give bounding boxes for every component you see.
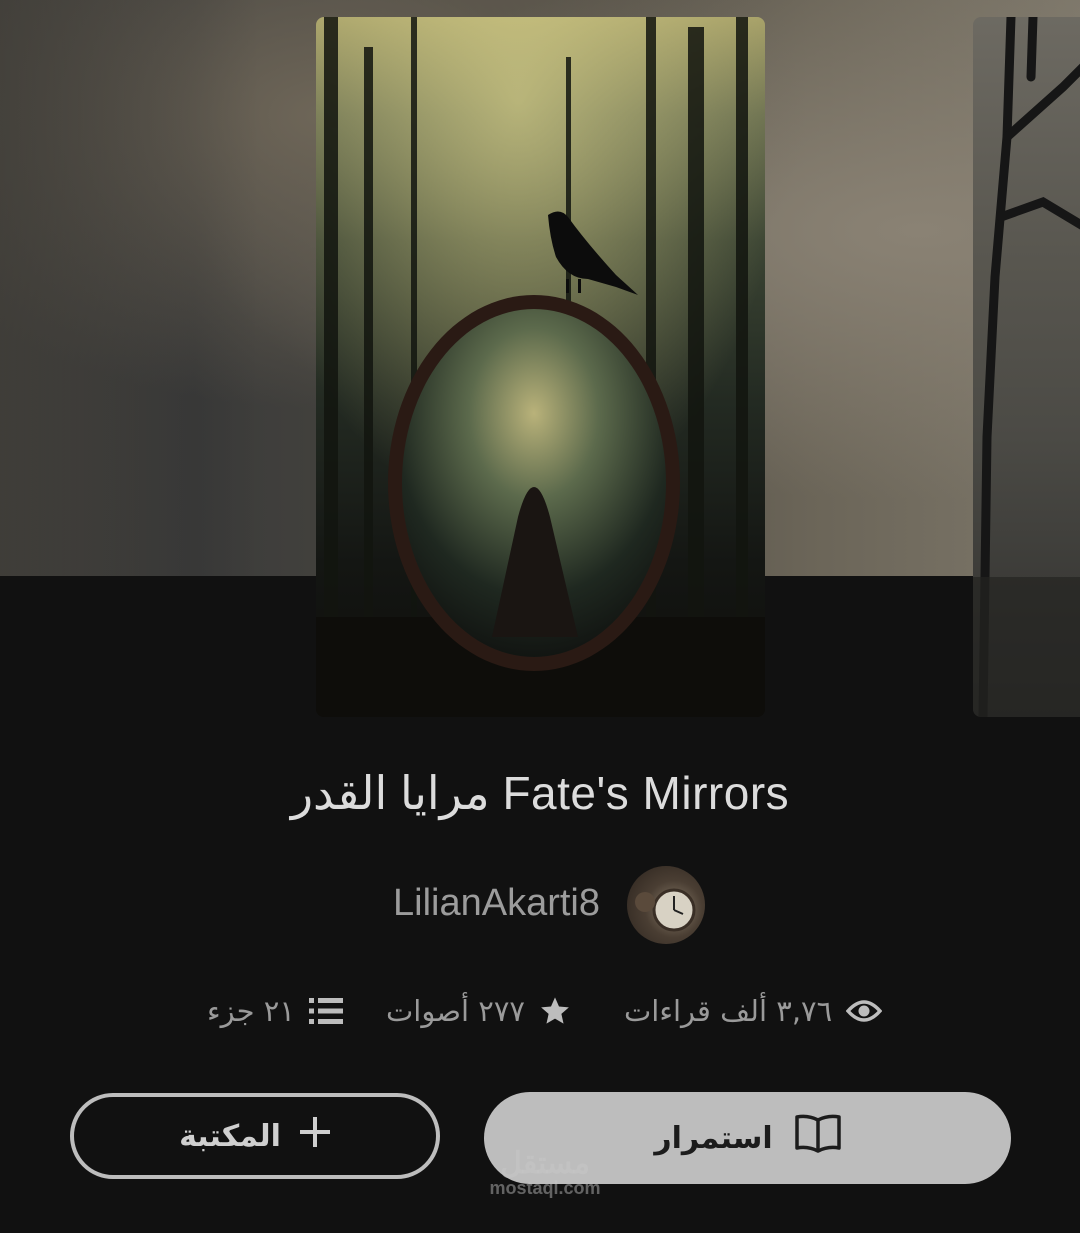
votes-count: ٢٧٧ أصوات — [386, 994, 525, 1028]
votes-stat: ٢٧٧ أصوات — [386, 994, 571, 1028]
watermark: مستقل mostaql.com — [475, 1147, 615, 1199]
book-open-icon — [794, 1114, 841, 1162]
next-story-cover[interactable] — [973, 17, 1080, 717]
author-row[interactable]: LilianAkarti8 — [0, 866, 1080, 946]
eye-icon — [846, 997, 883, 1025]
watermark-url: mostaql.com — [489, 1178, 601, 1198]
author-name[interactable]: LilianAkarti8 — [393, 882, 600, 925]
star-icon — [539, 995, 571, 1027]
next-cover-artwork — [973, 17, 1080, 717]
author-avatar[interactable] — [627, 866, 705, 944]
parts-stat: ٢١ جزء — [207, 994, 343, 1028]
story-title: مرايا القدر Fate's Mirrors — [290, 767, 790, 819]
reads-stat: ٣,٧٦ ألف قراءات — [624, 994, 883, 1028]
cover-artwork — [316, 17, 765, 717]
add-to-library-button[interactable]: المكتبة — [70, 1093, 440, 1179]
plus-icon — [299, 1116, 331, 1156]
watermark-logo: مستقل — [500, 1147, 590, 1180]
reads-count: ٣,٧٦ ألف قراءات — [624, 994, 833, 1028]
library-button-label: المكتبة — [179, 1118, 281, 1154]
clock-icon — [635, 888, 696, 932]
story-stats: ٣,٧٦ ألف قراءات ٢٧٧ أصوات ٢١ جزء — [0, 988, 1080, 1040]
list-icon — [308, 997, 343, 1025]
story-cover[interactable] — [316, 17, 765, 717]
parts-count: ٢١ جزء — [207, 994, 295, 1028]
continue-button-label: استمرار — [654, 1120, 773, 1156]
